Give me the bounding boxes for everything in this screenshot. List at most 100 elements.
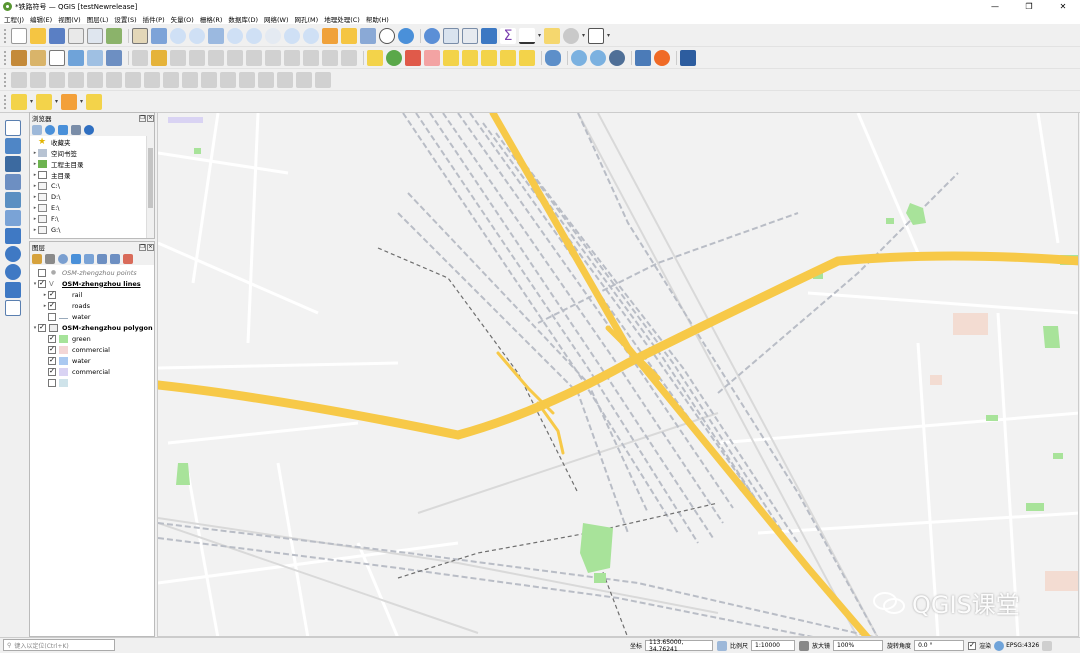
diagram-icon[interactable] <box>386 49 402 66</box>
text-annotation-icon[interactable] <box>588 27 605 44</box>
browser-item-d-drive[interactable]: ▸ D:\ <box>32 191 154 202</box>
processing-toolbox-icon[interactable] <box>481 27 497 44</box>
new-geopackage-icon[interactable] <box>30 49 46 66</box>
filter-legend-icon[interactable] <box>71 253 81 264</box>
add-xyz-layer-icon[interactable] <box>5 246 21 262</box>
layer-checkbox[interactable] <box>38 268 46 277</box>
layer-checkbox[interactable]: ✓ <box>48 356 56 365</box>
zoom-last-icon[interactable] <box>284 27 300 44</box>
new-map-view-icon[interactable] <box>322 27 338 44</box>
layer-checkbox[interactable]: ✓ <box>48 334 56 343</box>
advanced-digitizing-icon[interactable] <box>11 71 27 88</box>
layer-checkbox[interactable]: ✓ <box>48 367 56 376</box>
filter-icon[interactable] <box>58 124 68 135</box>
add-layers-icon[interactable] <box>32 124 42 135</box>
add-spatialite-icon[interactable] <box>5 192 21 208</box>
add-virtual-layer-icon[interactable] <box>5 210 21 226</box>
layer-osm-lines[interactable]: ▾ ✓ V OSM-zhengzhou lines <box>32 278 154 289</box>
chevron-down-icon[interactable]: ▾ <box>538 32 541 39</box>
settings-gear-icon[interactable] <box>563 27 580 44</box>
add-raster-layer-icon[interactable] <box>5 138 21 154</box>
float-panel-button[interactable]: ❐ <box>139 114 146 122</box>
open-project-icon[interactable] <box>30 27 46 44</box>
collapse-all-icon[interactable] <box>110 253 120 264</box>
menu-project[interactable]: 工程(J) <box>4 14 24 24</box>
rotation-spinbox[interactable]: 0.0 ° <box>914 640 965 651</box>
plugin-badge-icon[interactable] <box>654 49 670 66</box>
refresh-icon[interactable] <box>45 124 55 135</box>
chevron-down-icon[interactable]: ▾ <box>55 98 58 105</box>
add-wfs-layer-icon[interactable] <box>5 282 21 298</box>
reverse-line-icon[interactable] <box>296 71 312 88</box>
layer-checkbox[interactable]: ✓ <box>48 290 56 299</box>
add-feature-icon[interactable] <box>189 49 205 66</box>
messages-icon[interactable] <box>1042 640 1053 651</box>
chevron-down-icon[interactable]: ▾ <box>582 32 585 39</box>
copy-icon[interactable] <box>284 49 300 66</box>
pan-hand-icon[interactable] <box>132 27 148 44</box>
add-mesh-layer-icon[interactable] <box>5 156 21 172</box>
show-bookmarks-icon[interactable] <box>360 27 376 44</box>
new-virtual-layer-icon[interactable] <box>87 49 103 66</box>
maximize-button[interactable]: ❐ <box>1012 0 1046 13</box>
zoom-next-icon[interactable] <box>303 27 319 44</box>
bookmark-icon[interactable] <box>341 27 357 44</box>
layer-checkbox[interactable]: ✓ <box>38 323 46 332</box>
layer-class-water[interactable]: ✓ water <box>32 355 154 366</box>
visibility-eye-icon[interactable] <box>58 253 68 264</box>
layer-class-commercial-2[interactable]: ✓ commercial <box>32 366 154 377</box>
browser-item-bookmarks[interactable]: ▸ 空间书签 <box>32 147 154 158</box>
layer-checkbox[interactable]: ✓ <box>48 301 56 310</box>
select-features-icon[interactable] <box>11 93 27 110</box>
select-location-icon[interactable] <box>86 93 103 110</box>
new-project-icon[interactable] <box>11 27 27 44</box>
browser-item-g-drive[interactable]: ▸ G:\ <box>32 224 154 235</box>
menu-mesh[interactable]: 网孔(M) <box>295 14 319 24</box>
zoom-full-icon[interactable] <box>208 27 224 44</box>
browser-item-f-drive[interactable]: ▸ F:\ <box>32 213 154 224</box>
zoom-selection-icon[interactable] <box>227 27 243 44</box>
trim-extend-icon[interactable] <box>315 71 331 88</box>
menu-view[interactable]: 视图(V) <box>58 14 81 24</box>
save-edits-icon[interactable] <box>170 49 186 66</box>
chevron-down-icon[interactable]: ▾ <box>607 32 610 39</box>
label-properties-icon[interactable] <box>500 49 516 66</box>
add-delimited-text-icon[interactable] <box>5 174 21 190</box>
statistics-sigma-icon[interactable]: Σ <box>500 27 516 44</box>
scale-field[interactable]: 1:10000 <box>751 640 796 651</box>
map-tips-icon[interactable] <box>544 27 561 44</box>
pan-to-selection-icon[interactable] <box>151 27 167 44</box>
coordinate-field[interactable]: 113.65000, 34.76241 <box>645 639 714 653</box>
zoom-in-icon[interactable] <box>170 27 186 44</box>
temporal-controller-icon[interactable] <box>379 27 395 44</box>
simplify-feature-icon[interactable] <box>49 71 65 88</box>
layer-rule-water[interactable]: water <box>32 311 154 322</box>
add-vector-layer-icon[interactable] <box>5 120 21 136</box>
layer-osm-polygon[interactable]: ▾ ✓ OSM-zhengzhou polygon <box>32 322 154 333</box>
menu-web[interactable]: 网络(W) <box>264 14 289 24</box>
python-icon[interactable] <box>635 49 651 66</box>
info-icon[interactable] <box>84 124 94 135</box>
undo-icon[interactable] <box>322 49 338 66</box>
add-wcs-layer-icon[interactable] <box>5 264 21 280</box>
browser-item-e-drive[interactable]: ▸ E:\ <box>32 202 154 213</box>
highlight-label-icon[interactable] <box>424 49 440 66</box>
menu-layer[interactable]: 图层(L) <box>87 14 109 24</box>
scrollbar-thumb[interactable] <box>148 148 153 208</box>
minimize-button[interactable]: — <box>978 0 1012 13</box>
web-plugin-icon[interactable] <box>609 49 625 66</box>
browser-item-project-home[interactable]: ▸ 工程主目录 <box>32 158 154 169</box>
metasearch-2-icon[interactable] <box>590 49 606 66</box>
zoom-layer-icon[interactable] <box>246 27 262 44</box>
browser-item-c-drive[interactable]: ▸ C:\ <box>32 180 154 191</box>
move-label-icon[interactable] <box>443 49 459 66</box>
add-group-icon[interactable] <box>45 253 55 264</box>
paste-icon[interactable] <box>303 49 319 66</box>
layer-checkbox[interactable] <box>48 312 56 321</box>
map-canvas[interactable] <box>157 112 1079 637</box>
split-parts-icon[interactable] <box>220 71 236 88</box>
layer-osm-points[interactable]: ● OSM-zhengzhou points <box>32 267 154 278</box>
layer-class-other[interactable] <box>32 377 154 388</box>
menu-edit[interactable]: 编辑(E) <box>30 14 52 24</box>
layout-manager-icon[interactable] <box>87 27 103 44</box>
